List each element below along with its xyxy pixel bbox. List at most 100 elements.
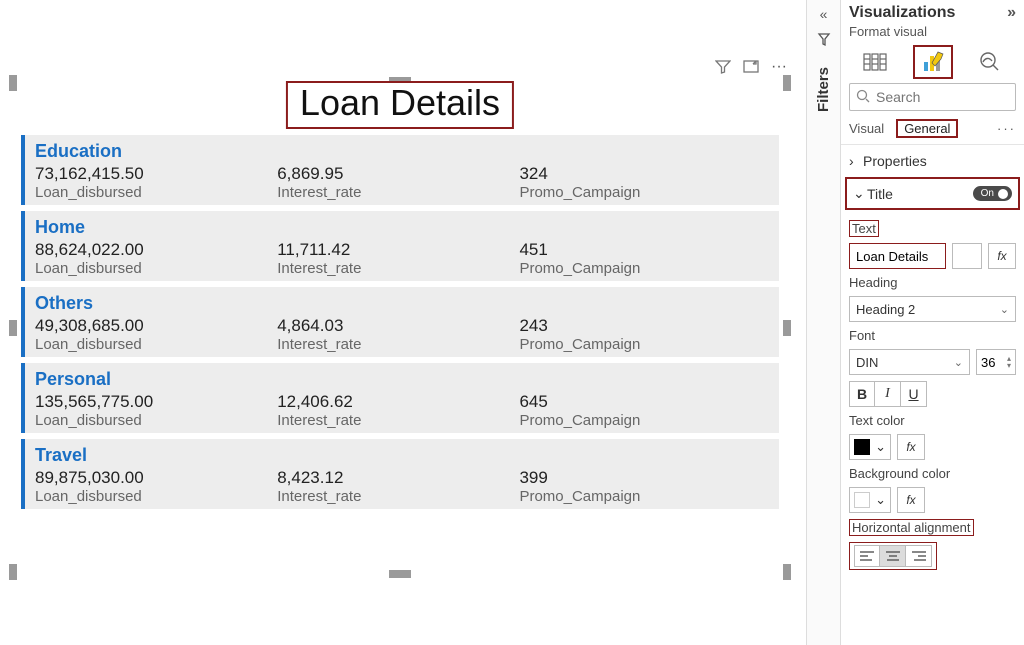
resize-handle[interactable]	[783, 564, 791, 580]
section-title-header[interactable]: ⌄ Title On	[847, 179, 1018, 208]
bold-button[interactable]: B	[849, 381, 875, 407]
chevron-down-icon: ⌄	[875, 492, 886, 508]
title-toggle[interactable]: On	[973, 186, 1012, 201]
title-text-input[interactable]	[856, 249, 939, 264]
font-label: Font	[849, 328, 1016, 343]
spinner-icon[interactable]: ▴▾	[1005, 355, 1011, 369]
underline-button[interactable]: U	[901, 381, 927, 407]
metric-label: Promo_Campaign	[519, 260, 761, 277]
resize-handle[interactable]	[783, 320, 791, 336]
horizontal-alignment-group	[849, 542, 937, 570]
metric-value: 135,565,775.00	[35, 392, 277, 412]
font-family-value: DIN	[856, 355, 878, 370]
fx-button[interactable]: fx	[988, 243, 1016, 269]
analytics-icon[interactable]	[974, 49, 1006, 75]
metric-value: 4,864.03	[277, 316, 519, 336]
card-category: Personal	[35, 369, 769, 390]
heading-value: Heading 2	[856, 302, 915, 317]
metric-value: 88,624,022.00	[35, 240, 277, 260]
align-right-button[interactable]	[906, 545, 932, 567]
metric-value: 73,162,415.50	[35, 164, 277, 184]
resize-handle[interactable]	[9, 320, 17, 336]
card-row[interactable]: Home 88,624,022.00Loan_disbursed 11,711.…	[21, 211, 779, 281]
card-row[interactable]: Others 49,308,685.00Loan_disbursed 4,864…	[21, 287, 779, 357]
expand-pane-icon[interactable]: «	[820, 6, 828, 22]
metric-value: 12,406.62	[277, 392, 519, 412]
tab-general[interactable]: General	[896, 119, 958, 138]
align-center-button[interactable]	[880, 545, 906, 567]
search-input[interactable]	[849, 83, 1016, 111]
metric-value: 451	[519, 240, 761, 260]
metric-label: Promo_Campaign	[519, 412, 761, 429]
metric-label: Promo_Campaign	[519, 336, 761, 353]
metric-value: 49,308,685.00	[35, 316, 277, 336]
resize-handle[interactable]	[9, 564, 17, 580]
card-category: Home	[35, 217, 769, 238]
card-category: Travel	[35, 445, 769, 466]
color-swatch-icon	[854, 492, 870, 508]
font-size-input[interactable]: ▴▾	[976, 349, 1016, 375]
focus-mode-icon[interactable]	[742, 58, 760, 76]
filter-icon[interactable]	[714, 58, 732, 76]
filters-pane-collapsed[interactable]: « Filters	[806, 0, 840, 645]
selected-visual[interactable]: Loan Details Education 73,162,415.50Loan…	[12, 80, 788, 575]
metric-label: Interest_rate	[277, 412, 519, 429]
section-properties[interactable]: › Properties	[841, 145, 1024, 177]
card-row[interactable]: Travel 89,875,030.00Loan_disbursed 8,423…	[21, 439, 779, 509]
card-row[interactable]: Personal 135,565,775.00Loan_disbursed 12…	[21, 363, 779, 433]
metric-label: Interest_rate	[277, 488, 519, 505]
chevron-down-icon: ⌄	[1000, 303, 1009, 316]
resize-handle[interactable]	[9, 75, 17, 91]
italic-button[interactable]: I	[875, 381, 901, 407]
visual-header-icons: ···	[714, 58, 788, 76]
metric-label: Promo_Campaign	[519, 488, 761, 505]
metric-label: Loan_disbursed	[35, 184, 277, 201]
format-visual-icon[interactable]	[917, 49, 949, 75]
fx-button[interactable]: fx	[897, 434, 925, 460]
card-category: Education	[35, 141, 769, 162]
tabs-more-icon[interactable]: ···	[997, 121, 1016, 136]
card-category: Others	[35, 293, 769, 314]
visual-title-text: Loan Details	[300, 82, 500, 123]
bg-color-label: Background color	[849, 466, 1016, 481]
visual-title-box: Loan Details	[286, 81, 514, 129]
text-color-picker[interactable]: ⌄	[849, 434, 891, 460]
color-swatch-icon	[854, 439, 870, 455]
text-color-label: Text color	[849, 413, 1016, 428]
section-title: ⌄ Title On	[845, 177, 1020, 210]
chevron-down-icon: ⌄	[954, 356, 963, 369]
chevron-right-icon: ›	[849, 153, 863, 169]
metric-value: 8,423.12	[277, 468, 519, 488]
collapse-pane-icon[interactable]: »	[1007, 4, 1016, 22]
font-size-field[interactable]	[981, 355, 1005, 370]
more-options-icon[interactable]: ···	[770, 58, 788, 76]
chevron-down-icon: ⌄	[853, 185, 867, 202]
heading-label: Heading	[849, 275, 1016, 290]
align-left-button[interactable]	[854, 545, 880, 567]
metric-label: Interest_rate	[277, 184, 519, 201]
section-title-label: Title	[867, 186, 973, 202]
toggle-label: On	[981, 188, 994, 199]
search-field[interactable]	[876, 89, 1024, 105]
visualizations-pane: Visualizations » Format visual	[840, 0, 1024, 645]
metric-value: 6,869.95	[277, 164, 519, 184]
metric-label: Loan_disbursed	[35, 488, 277, 505]
metric-label: Promo_Campaign	[519, 184, 761, 201]
metric-value: 324	[519, 164, 761, 184]
metric-value: 89,875,030.00	[35, 468, 277, 488]
font-family-select[interactable]: DIN ⌄	[849, 349, 970, 375]
chevron-down-icon: ⌄	[875, 439, 886, 455]
build-visual-icon[interactable]	[860, 49, 892, 75]
heading-select[interactable]: Heading 2 ⌄	[849, 296, 1016, 322]
metric-label: Loan_disbursed	[35, 336, 277, 353]
metric-value: 399	[519, 468, 761, 488]
metric-value: 645	[519, 392, 761, 412]
fx-button[interactable]: fx	[897, 487, 925, 513]
section-properties-label: Properties	[863, 153, 1016, 169]
bg-color-picker[interactable]: ⌄	[849, 487, 891, 513]
multirow-card-visual: Education 73,162,415.50Loan_disbursed 6,…	[21, 135, 779, 574]
tab-visual[interactable]: Visual	[849, 121, 884, 136]
report-canvas[interactable]: ··· Loan Details Education 73,162,415.50…	[0, 0, 806, 645]
resize-handle[interactable]	[783, 75, 791, 91]
card-row[interactable]: Education 73,162,415.50Loan_disbursed 6,…	[21, 135, 779, 205]
